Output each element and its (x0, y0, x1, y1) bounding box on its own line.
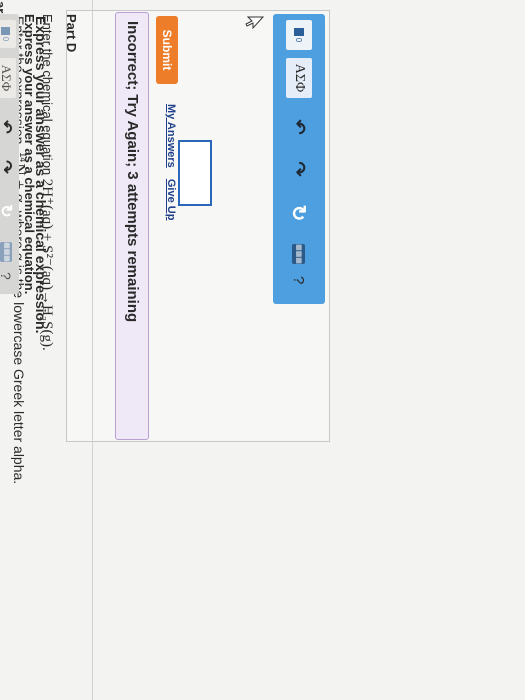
help-button[interactable]: ? (286, 276, 312, 284)
mouse-cursor-icon (245, 16, 264, 30)
part-d-greek-letters-button[interactable]: ΑΣΦ (0, 58, 16, 98)
part-d-template-icon (1, 26, 11, 35)
part-d-instruction-prefix: Enter the chemical equation (40, 14, 55, 176)
greek-letters-button[interactable]: ΑΣΦ (286, 58, 312, 98)
template-icon (294, 27, 304, 36)
keyboard-shortcuts-button[interactable]: ▦▦▦ (286, 242, 312, 266)
mastering-chemistry-screen: ar Enter the expression 147N + α, where … (0, 0, 525, 700)
part-d-express-label: Express your answer as a chemical equati… (22, 14, 37, 295)
my-answers-link[interactable]: My Answers (165, 104, 177, 168)
header-fragment: ar (0, 1, 8, 14)
reset-icon[interactable]: ↻ (286, 202, 312, 224)
give-up-link[interactable]: Give Up (165, 179, 177, 221)
part-d-equation: 2H⁺(aq) + S²⁻(aq)→H₂S(g). (39, 178, 55, 351)
part-d-redo-icon[interactable]: ↷ (0, 156, 16, 178)
part-d-template-button[interactable]: 0 (0, 20, 16, 48)
undo-icon[interactable]: ↶ (286, 116, 312, 138)
part-d-toolbar: 0 ΑΣΦ ↶ ↷ ↻ ▦▦▦ ? (0, 14, 19, 294)
answer-links: My Answers Give Up (165, 104, 177, 228)
part-d-title: Part D (64, 14, 79, 53)
answer-input-box[interactable] (178, 140, 212, 206)
submit-button[interactable]: Submit (156, 16, 178, 84)
section-divider (92, 0, 93, 700)
part-d-reset-icon[interactable]: ↻ (0, 200, 16, 222)
part-d-template-small-label: 0 (1, 36, 11, 42)
part-d-keyboard-button[interactable]: ▦▦▦ (0, 240, 16, 264)
equation-toolbar: 0 ΑΣΦ ↶ ↷ ↻ ▦▦▦ ? (273, 14, 325, 304)
redo-icon[interactable]: ↷ (286, 158, 312, 180)
incorrect-feedback-banner: Incorrect; Try Again; 3 attempts remaini… (115, 12, 149, 440)
keyboard-icon: ▦▦▦ (292, 244, 306, 264)
part-d-instruction: Enter the chemical equation 2H⁺(aq) + S²… (38, 14, 57, 351)
part-d-help-button[interactable]: ? (0, 272, 16, 280)
template-button[interactable]: 0 (286, 20, 312, 50)
part-d-undo-icon[interactable]: ↶ (0, 116, 16, 138)
template-small-label: 0 (294, 37, 304, 43)
part-d-keyboard-icon: ▦▦▦ (0, 242, 12, 262)
